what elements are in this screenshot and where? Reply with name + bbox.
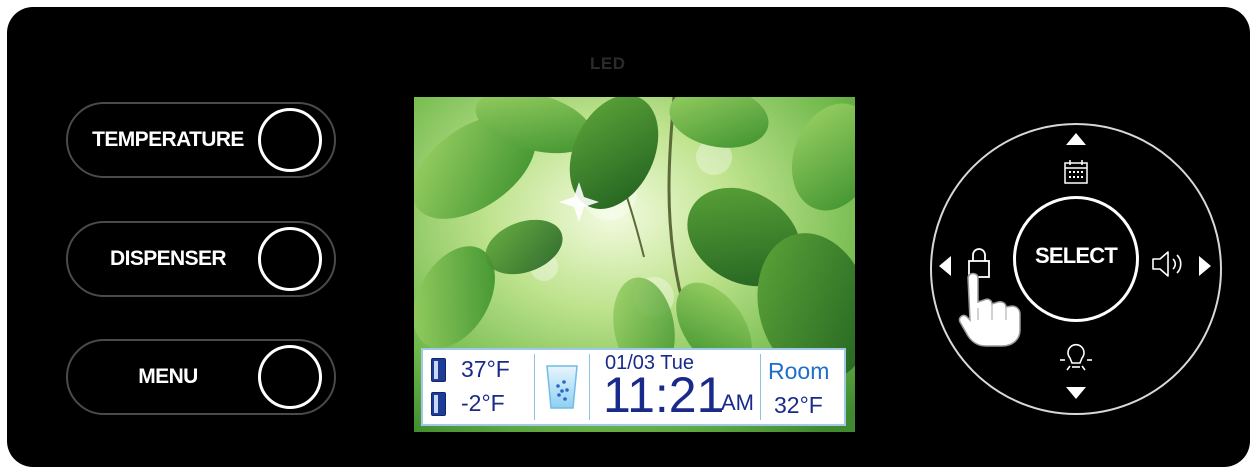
temperature-button-label: TEMPERATURE [92,128,244,151]
clock-time: 11:21 [603,367,725,423]
freezer-door-icon [431,392,446,416]
calendar-icon[interactable] [1062,158,1090,186]
temperature-knob[interactable] [258,108,322,172]
select-button-label: SELECT [1035,243,1118,268]
status-divider [589,354,590,420]
left-arrow-icon[interactable] [938,255,952,277]
status-divider [534,354,535,420]
clock-ampm: AM [721,390,754,415]
dispenser-button-label: DISPENSER [110,247,227,270]
speaker-icon[interactable] [1150,248,1186,280]
light-bulb-icon[interactable] [1056,336,1096,376]
dispenser-knob[interactable] [258,227,322,291]
fridge-door-icon [431,358,446,382]
dispenser-button[interactable]: DISPENSER [66,221,336,297]
room-label: Room [768,358,830,384]
menu-button[interactable]: MENU [66,339,336,415]
status-divider [760,354,761,420]
temperature-button[interactable]: TEMPERATURE [66,102,336,178]
fridge-temp: 37°F [461,356,510,382]
status-bar: 37°F -2°F 01/03 Tue 11:21 AM Room 32°F [421,348,846,426]
menu-knob[interactable] [258,345,322,409]
led-label: LED [590,54,626,73]
up-arrow-icon[interactable] [1065,132,1087,146]
water-glass-icon [546,365,578,409]
menu-button-label: MENU [138,365,198,388]
down-arrow-icon[interactable] [1065,386,1087,400]
right-arrow-icon[interactable] [1198,255,1212,277]
freezer-temp: -2°F [461,390,505,416]
select-button[interactable]: SELECT [1013,196,1139,322]
room-temp: 32°F [774,392,823,418]
lcd-screen: 37°F -2°F 01/03 Tue 11:21 AM Room 32°F [414,97,855,432]
